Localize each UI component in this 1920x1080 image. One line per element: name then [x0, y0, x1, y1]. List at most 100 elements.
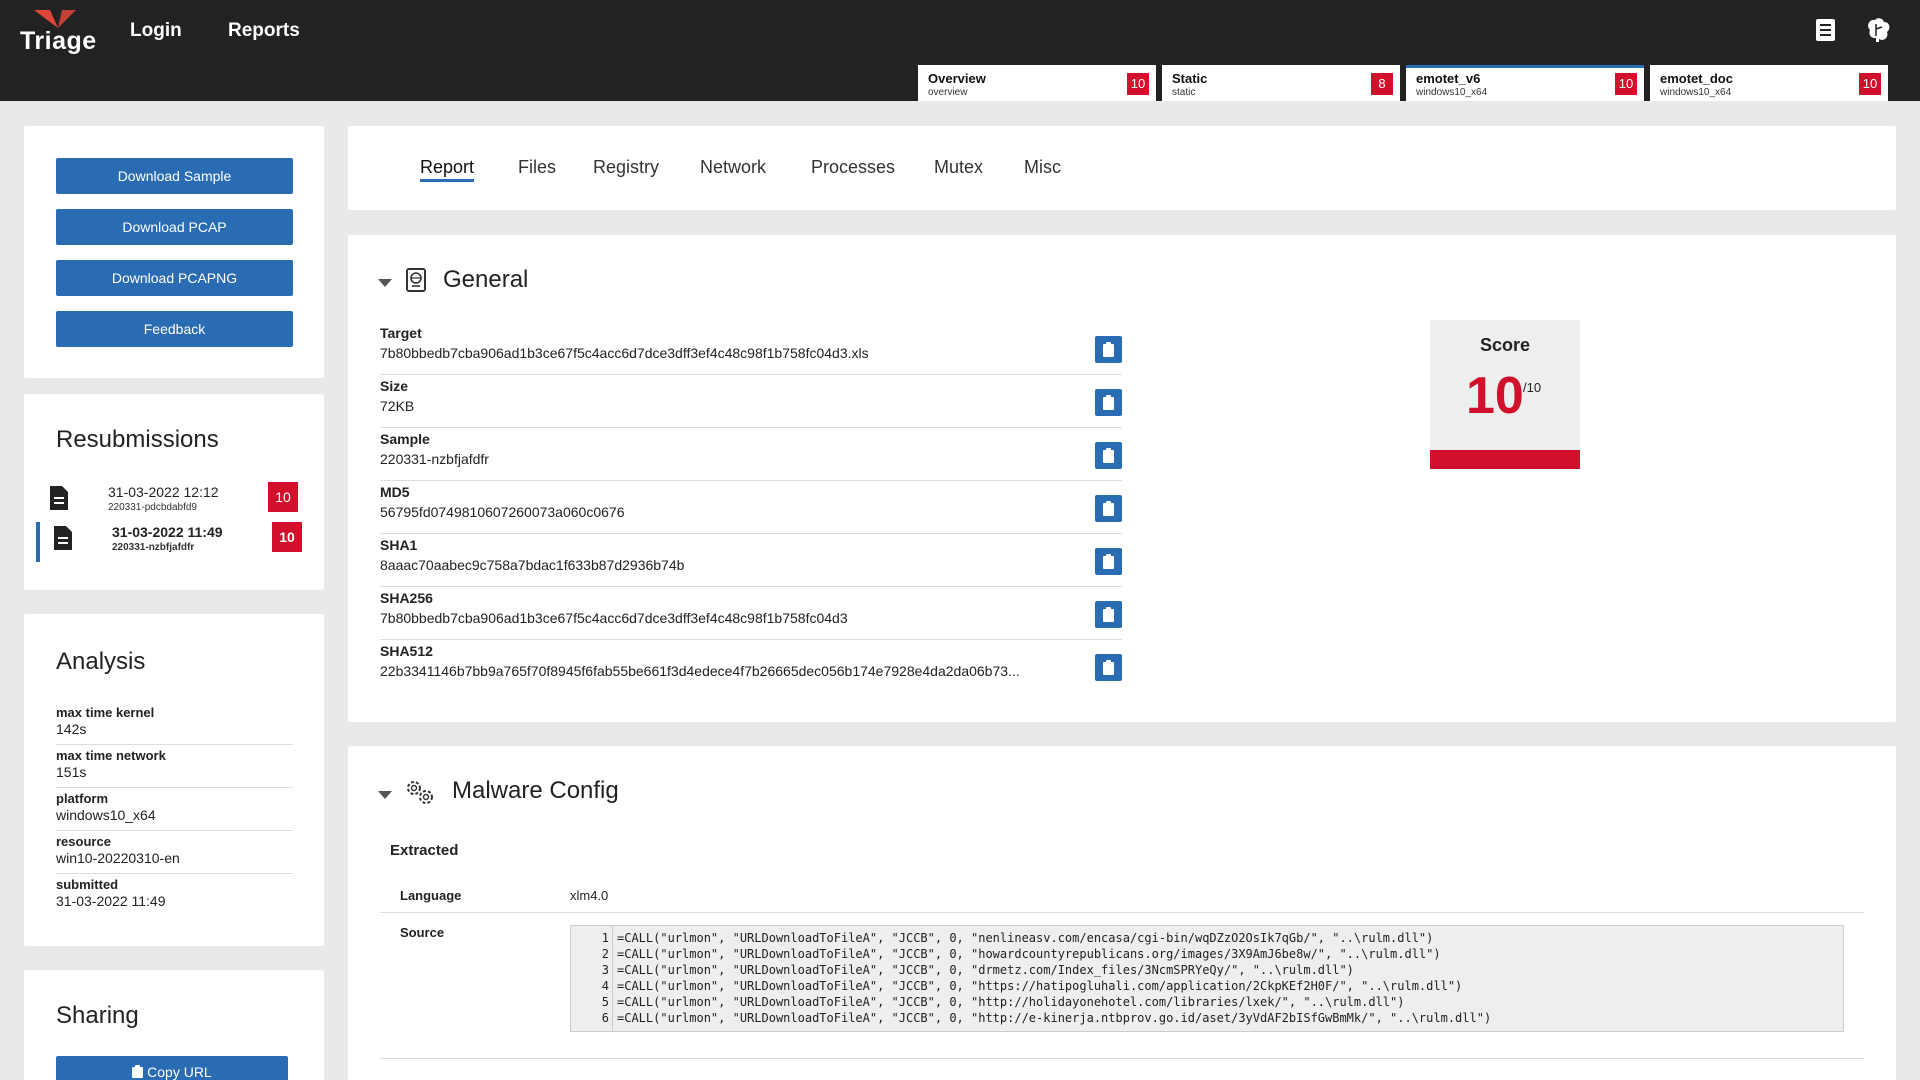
general-value: 56795fd0749810607260073a060c0676 — [380, 504, 625, 520]
copy-clipboard-button[interactable] — [1095, 336, 1122, 363]
score-max: /10 — [1523, 380, 1542, 395]
clipboard-icon — [1103, 395, 1114, 410]
general-value: 7b80bbedb7cba906ad1b3ce67f5c4acc6d7dce3d… — [380, 610, 848, 626]
general-row-sample: Sample 220331-nzbfjafdfr — [380, 428, 1122, 481]
code-line: =CALL("urlmon", "URLDownloadToFileA", "J… — [617, 947, 1441, 961]
language-value: xlm4.0 — [570, 888, 609, 903]
tab-subtitle: static — [1172, 87, 1196, 98]
sharing-title: Sharing — [56, 1002, 139, 1029]
general-title: General — [443, 266, 529, 293]
clipboard-icon — [1103, 554, 1114, 569]
report-nav-card — [348, 126, 1896, 210]
line-number-gutter: 1 2 3 4 5 6 — [571, 926, 613, 1031]
tab-misc[interactable]: Misc — [1024, 157, 1061, 178]
line-number: 5 — [601, 995, 609, 1009]
analysis-row: resource win10-20220310-en — [56, 831, 293, 874]
divider — [380, 1058, 1864, 1059]
resubmission-item-selected[interactable]: 31-03-2022 11:49 220331-nzbfjafdfr 10 — [36, 522, 302, 562]
tab-processes[interactable]: Processes — [811, 157, 895, 178]
score-box: Score 10 /10 — [1430, 320, 1580, 469]
clipboard-icon — [1103, 501, 1114, 516]
top-bar: Triage Login Reports Overview overview 1… — [0, 0, 1920, 101]
tab-emotet-doc[interactable]: emotet_doc windows10_x64 10 — [1650, 65, 1888, 101]
code-line: =CALL("urlmon", "URLDownloadToFileA", "J… — [617, 995, 1405, 1009]
tab-overview[interactable]: Overview overview 10 — [918, 65, 1156, 101]
download-sample-button[interactable]: Download Sample — [56, 158, 293, 194]
general-key: Target — [380, 325, 422, 341]
analysis-row: max time network 151s — [56, 745, 293, 788]
general-value: 8aaac70aabec9c758a7bdac1f633b87d2936b74b — [380, 557, 685, 573]
analysis-title: Analysis — [56, 648, 146, 675]
book-icon[interactable] — [1812, 16, 1840, 44]
copy-clipboard-button[interactable] — [1095, 495, 1122, 522]
copy-clipboard-button[interactable] — [1095, 654, 1122, 681]
tab-emotet-v6[interactable]: emotet_v6 windows10_x64 10 — [1406, 65, 1644, 101]
general-row-sha1: SHA1 8aaac70aabec9c758a7bdac1f633b87d293… — [380, 534, 1122, 587]
collapse-caret-icon[interactable] — [378, 791, 392, 799]
general-value: 72KB — [380, 398, 415, 414]
source-code-block[interactable]: 1 2 3 4 5 6 =CALL("urlmon", "URLDownload… — [570, 925, 1844, 1032]
nav-login[interactable]: Login — [130, 20, 182, 42]
line-number: 6 — [601, 1011, 609, 1025]
analysis-key: max time network — [56, 748, 166, 763]
score-label: Score — [1479, 335, 1531, 355]
actions-card: Download Sample Download PCAP Download P… — [24, 126, 324, 378]
brain-icon[interactable] — [1864, 16, 1892, 44]
resubmission-date: 31-03-2022 12:12 — [108, 484, 219, 500]
score-badge: 10 — [1859, 73, 1881, 95]
download-pcapng-button[interactable]: Download PCAPNG — [56, 260, 293, 296]
clipboard-icon — [1103, 448, 1114, 463]
general-value: 220331-nzbfjafdfr — [380, 451, 489, 467]
nav-reports[interactable]: Reports — [228, 20, 300, 42]
malware-config-title: Malware Config — [452, 777, 619, 804]
analysis-key: max time kernel — [56, 705, 155, 720]
line-number: 1 — [601, 931, 609, 945]
score-value: 10 — [1466, 367, 1524, 425]
copy-clipboard-button[interactable] — [1095, 442, 1122, 469]
language-label: Language — [400, 888, 462, 903]
resubmission-id: 220331-pdcbdabfd9 — [108, 502, 197, 513]
analysis-key: submitted — [56, 877, 119, 892]
tab-subtitle: overview — [928, 87, 968, 98]
sharing-card: Sharing Copy URL — [24, 970, 324, 1080]
tab-registry[interactable]: Registry — [593, 157, 659, 178]
analysis-value: windows10_x64 — [56, 807, 156, 823]
tab-static[interactable]: Static static 8 — [1162, 65, 1400, 101]
analysis-value: 151s — [56, 764, 87, 780]
general-value: 22b3341146b7bb9a765f70f8945f6fab55be661f… — [380, 663, 1020, 679]
copy-clipboard-button[interactable] — [1095, 548, 1122, 575]
tab-files[interactable]: Files — [518, 157, 556, 178]
extracted-label: Extracted — [390, 842, 459, 859]
collapse-caret-icon[interactable] — [378, 279, 392, 287]
analysis-value: 31-03-2022 11:49 — [56, 893, 166, 909]
score-badge: 10 — [1127, 73, 1149, 95]
clipboard-icon — [132, 1065, 144, 1078]
resubmissions-card: Resubmissions 31-03-2022 12:12 220331-pd… — [24, 394, 324, 590]
score-badge: 10 — [1615, 73, 1637, 95]
tab-mutex[interactable]: Mutex — [934, 157, 983, 178]
copy-url-button[interactable]: Copy URL — [56, 1056, 288, 1080]
analysis-row: max time kernel 142s — [56, 702, 293, 745]
general-key: Sample — [380, 431, 430, 447]
language-row: Language xlm4.0 — [380, 877, 1864, 913]
tab-title: Static — [1172, 71, 1208, 86]
clipboard-icon — [1103, 607, 1114, 622]
general-key: SHA512 — [380, 643, 433, 659]
analysis-row: submitted 31-03-2022 11:49 — [56, 874, 293, 917]
general-row-sha512: SHA512 22b3341146b7bb9a765f70f8945f6fab5… — [380, 640, 1122, 693]
code-line: =CALL("urlmon", "URLDownloadToFileA", "J… — [617, 963, 1354, 977]
tab-title: emotet_v6 — [1416, 71, 1481, 86]
score-bar — [1430, 450, 1580, 469]
feedback-button[interactable]: Feedback — [56, 311, 293, 347]
tab-report[interactable]: Report — [420, 157, 475, 182]
resubmission-item[interactable]: 31-03-2022 12:12 220331-pdcbdabfd9 10 — [32, 482, 298, 522]
copy-clipboard-button[interactable] — [1095, 389, 1122, 416]
tab-network[interactable]: Network — [700, 157, 766, 178]
analysis-key: platform — [56, 791, 108, 806]
code-line: =CALL("urlmon", "URLDownloadToFileA", "J… — [617, 931, 1434, 945]
download-pcap-button[interactable]: Download PCAP — [56, 209, 293, 245]
analysis-value: 142s — [56, 721, 87, 737]
copy-clipboard-button[interactable] — [1095, 601, 1122, 628]
resubmission-date: 31-03-2022 11:49 — [112, 524, 223, 540]
logo-text[interactable]: Triage — [20, 27, 97, 56]
